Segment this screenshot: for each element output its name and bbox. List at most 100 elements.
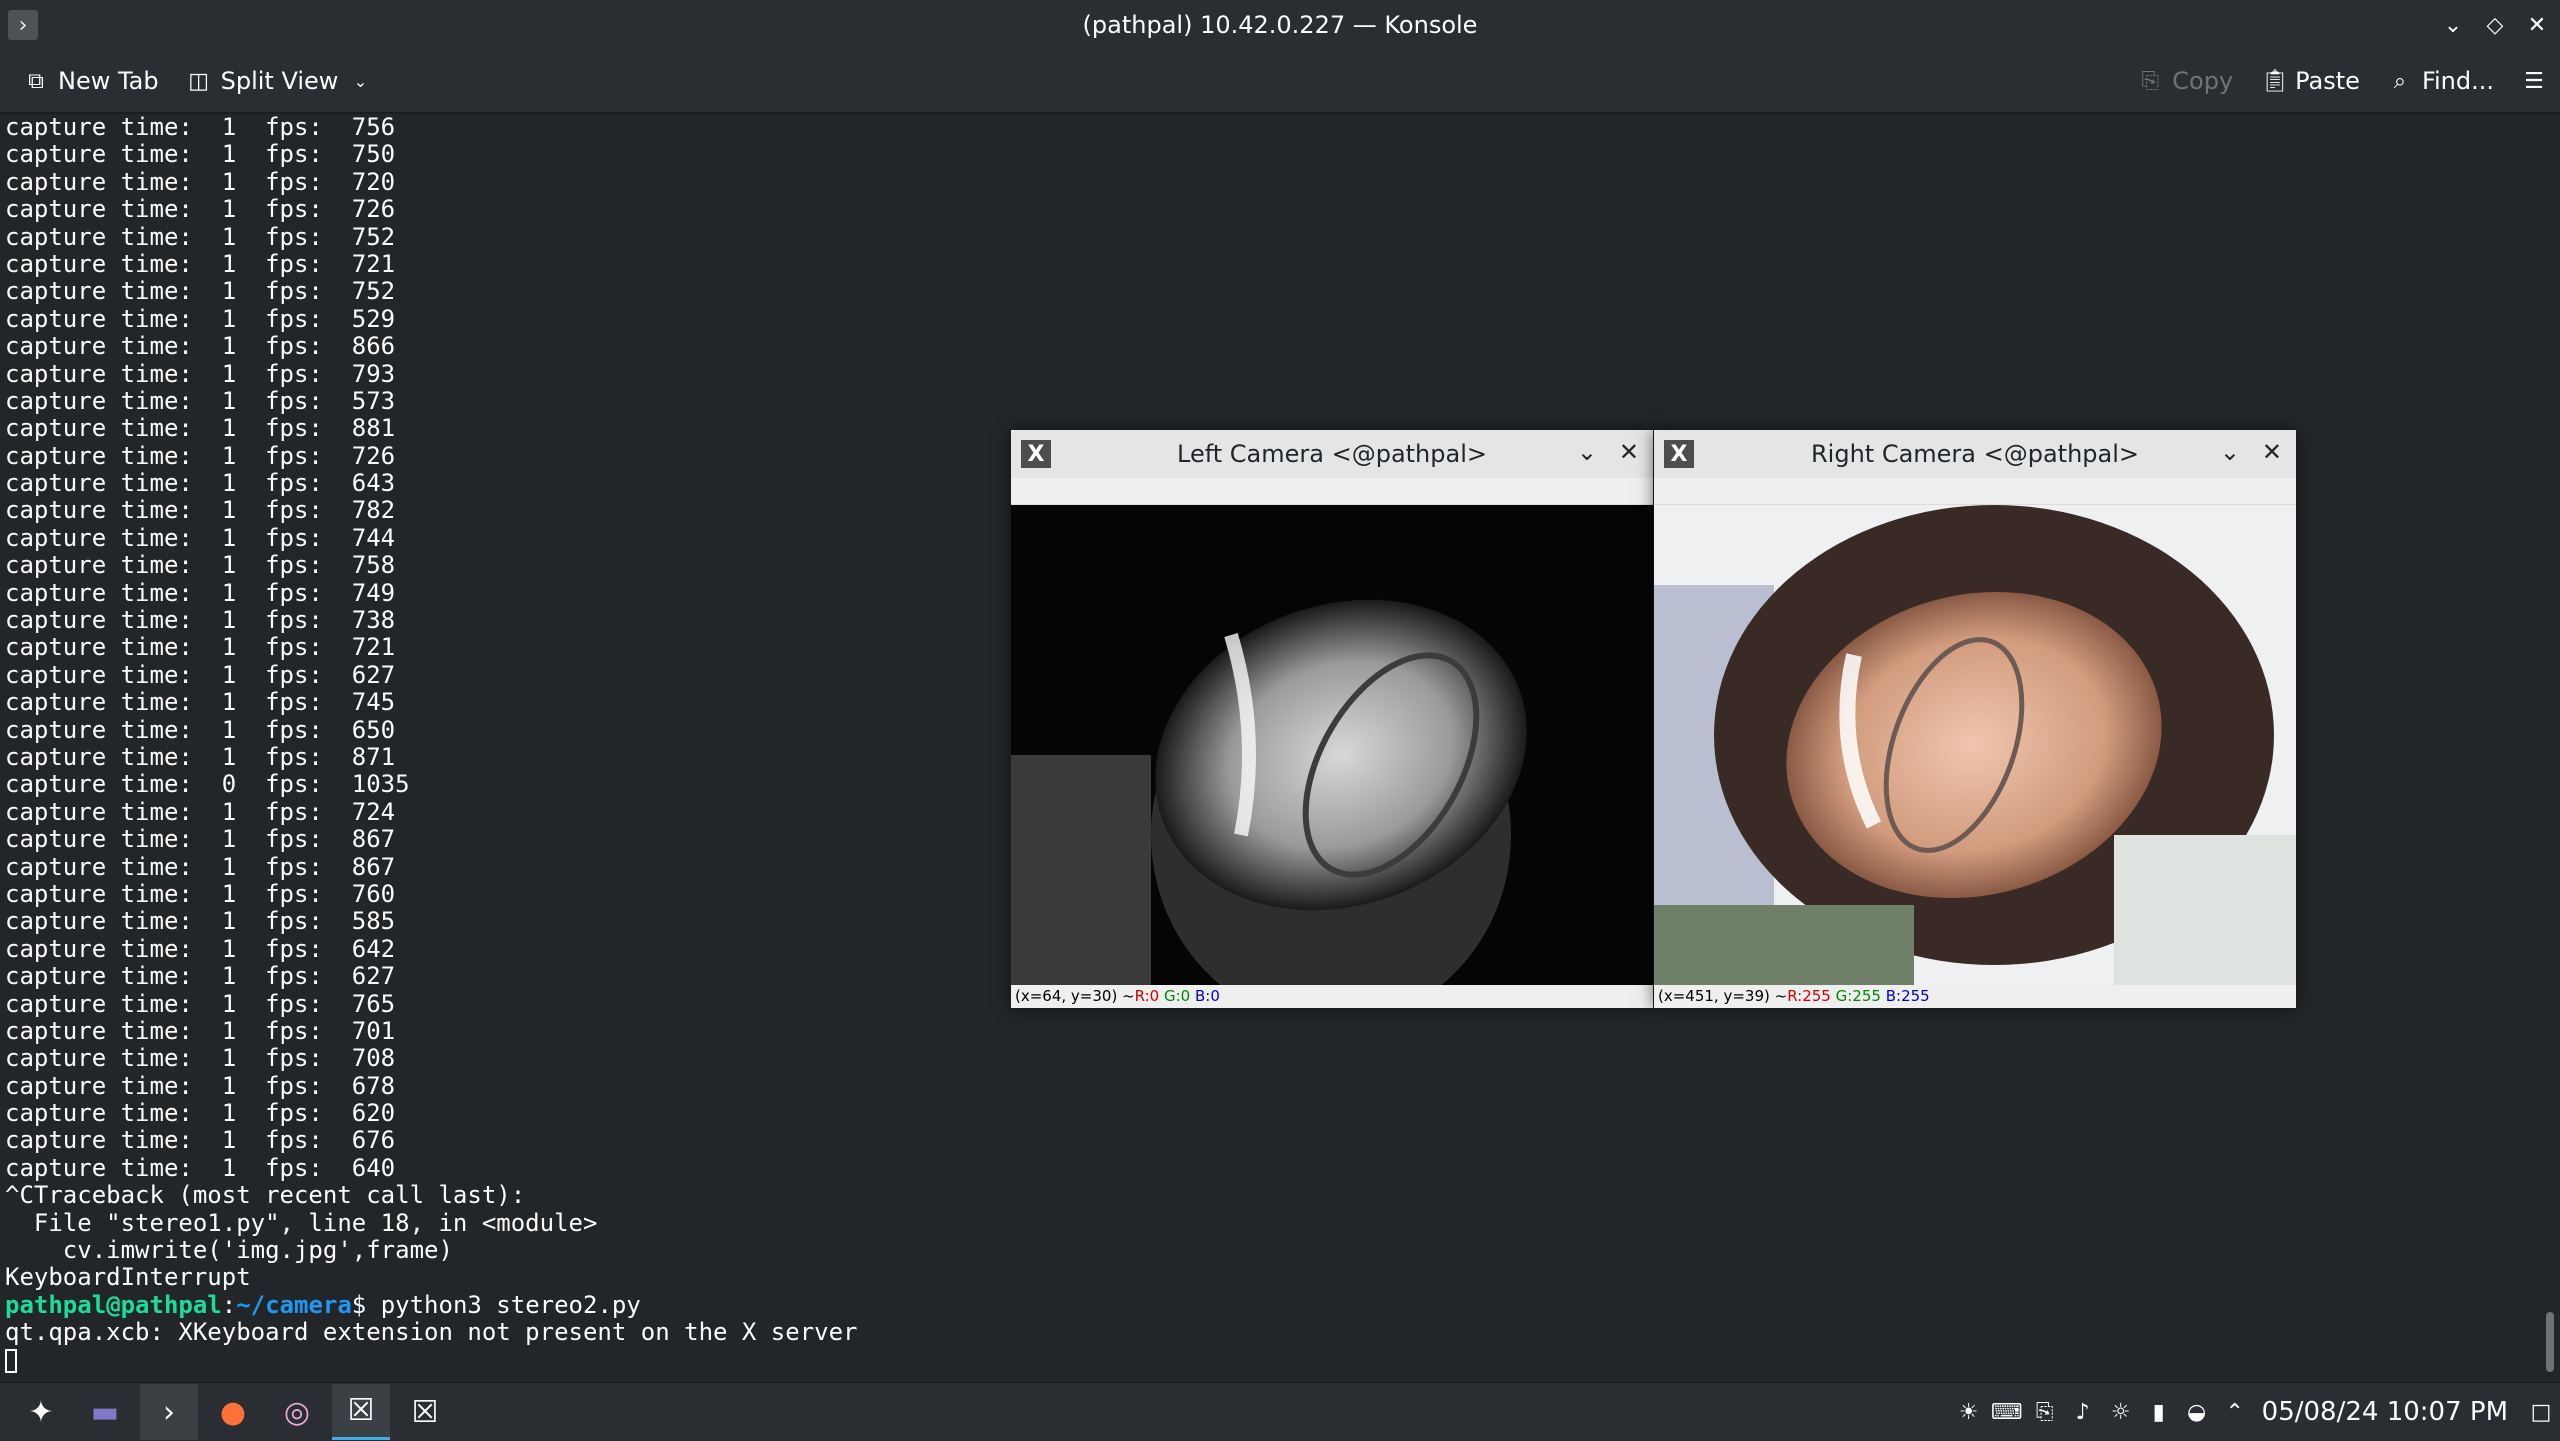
prompt-separator: : [221,1290,237,1319]
split-view-label: Split View [220,67,339,95]
minimize-icon[interactable]: ⌄ [1577,438,1597,466]
terminal-line: capture time: 1 fps: 573 [5,386,396,415]
left-pixel-blue: B:0 [1195,987,1220,1005]
new-tab-icon: ⧉ [28,68,44,94]
maximize-icon[interactable]: ◇ [2480,10,2510,40]
notifications-icon[interactable]: ☀ [1950,1400,1988,1425]
keyboard-icon[interactable]: ⌨ [1988,1400,2026,1425]
right-camera-task-icon[interactable]: ☒ [396,1384,454,1440]
prompt-directory: ~/camera [236,1290,352,1319]
search-icon: ⌕ [2393,68,2407,94]
messaging-app-icon[interactable]: ◎ [268,1384,326,1440]
prompt-line: pathpal@pathpal:~/camera$ python3 stereo… [5,1290,2541,1319]
right-camera-feed[interactable] [1654,505,2296,985]
firefox-icon[interactable]: ● [204,1384,262,1440]
copy-button[interactable]: ⎘ Copy [2124,59,2247,103]
typed-command: python3 stereo2.py [380,1290,641,1319]
terminal-line: cv.imwrite('img.jpg',frame) [5,1236,453,1265]
terminal-line: capture time: 1 fps: 726 [5,195,396,224]
find-button[interactable]: ⌕ Find... [2374,59,2508,103]
left-camera-window[interactable]: X Left Camera <@pathpal> ⌄ ✕ (x=64, y=30… [1011,430,1653,1008]
left-camera-status: (x=64, y=30) ~ R:0 G:0 B:0 [1011,985,1653,1007]
x11-app-icon: X [1021,440,1051,468]
system-tray: ☀ ⌨ ⎘ ♪ ☼ ▮ ◒ ⌃ 05/08/24 10:07 PM □ [1950,1383,2560,1441]
left-pixel-red: R:0 [1134,987,1160,1005]
terminal-line: capture time: 1 fps: 793 [5,359,396,388]
left-camera-task-icon[interactable]: ☒ [332,1384,390,1440]
volume-icon[interactable]: ♪ [2064,1400,2102,1425]
terminal-line: capture time: 1 fps: 701 [5,1016,396,1045]
app-launcher-icon[interactable]: ✦ [12,1384,70,1440]
copy-icon: ⎘ [2141,68,2160,94]
terminal-line: capture time: 1 fps: 756 [5,113,396,141]
scrollbar-thumb[interactable] [2546,1312,2554,1372]
right-camera-status: (x=451, y=39) ~ R:255 G:255 B:255 [1654,985,2296,1007]
terminal-line: capture time: 1 fps: 752 [5,277,396,306]
new-tab-button[interactable]: ⧉ New Tab [10,59,173,103]
tray-expand-icon[interactable]: ⌃ [2216,1400,2254,1425]
terminal-line: capture time: 1 fps: 752 [5,222,396,251]
terminal-line: capture time: 1 fps: 750 [5,140,396,169]
konsole-toolbar: ⧉ New Tab ◫ Split View ⌄ ⎘ Copy 📋︎ Paste… [0,50,2560,114]
show-desktop-icon[interactable]: □ [2522,1400,2560,1425]
minimize-icon[interactable]: ⌄ [2438,10,2468,40]
split-view-button[interactable]: ◫ Split View ⌄ [173,59,387,103]
find-label: Find... [2421,67,2494,95]
terminal-line: capture time: 1 fps: 620 [5,1099,396,1128]
right-camera-titlebar: X Right Camera <@pathpal> ⌄ ✕ [1654,430,2296,478]
right-camera-title: Right Camera <@pathpal> [1810,440,2140,468]
right-pixel-coords: (x=451, y=39) ~ [1658,987,1788,1005]
minimize-icon[interactable]: ⌄ [2220,438,2240,466]
close-icon[interactable]: ✕ [2262,438,2282,466]
text-cursor [5,1348,17,1373]
close-icon[interactable]: ✕ [1619,438,1639,466]
clock[interactable]: 05/08/24 10:07 PM [2262,1397,2508,1427]
left-pixel-green: G:0 [1164,987,1191,1005]
split-view-icon: ◫ [188,68,209,94]
terminal-line: capture time: 1 fps: 678 [5,1071,396,1100]
x11-app-icon: X [1664,440,1694,468]
right-pixel-red: R:255 [1787,987,1831,1005]
terminal-line: capture time: 1 fps: 866 [5,332,396,361]
taskbar: ✦ ▬ › ● ◎ ☒ ☒ ☀ ⌨ ⎘ ♪ ☼ ▮ ◒ ⌃ 05/08/24 1… [0,1382,2560,1441]
terminal-line: capture time: 1 fps: 708 [5,1044,396,1073]
terminal-line: ^CTraceback (most recent call last): [5,1181,526,1210]
terminal-scrollbar[interactable] [2536,114,2560,1382]
konsole-app-icon[interactable]: › [8,10,38,40]
right-camera-image [1654,505,2296,985]
window-titlebar: › (pathpal) 10.42.0.227 — Konsole ⌄ ◇ ✕ [0,0,2560,50]
new-tab-label: New Tab [58,67,159,95]
chevron-down-icon: ⌄ [353,71,368,91]
brightness-icon[interactable]: ☼ [2102,1400,2140,1425]
left-camera-titlebar: X Left Camera <@pathpal> ⌄ ✕ [1011,430,1653,478]
command-output-line: qt.qpa.xcb: XKeyboard extension not pres… [5,1318,858,1347]
terminal-line: capture time: 1 fps: 529 [5,304,396,333]
close-icon[interactable]: ✕ [2522,10,2552,40]
terminal-line: capture time: 1 fps: 721 [5,249,396,278]
file-manager-icon[interactable]: ▬ [76,1384,134,1440]
terminal-line: capture time: 1 fps: 676 [5,1126,396,1155]
terminal-line: capture time: 1 fps: 720 [5,167,396,196]
copy-label: Copy [2172,67,2234,95]
left-camera-toolstrip [1011,478,1653,505]
terminal-line: File "stereo1.py", line 18, in <module> [5,1208,598,1237]
clipboard-icon[interactable]: ⎘ [2026,1400,2064,1425]
cursor-line [5,1347,2541,1374]
paste-button[interactable]: 📋︎ Paste [2247,59,2374,103]
battery-icon[interactable]: ▮ [2140,1400,2178,1425]
terminal-line: capture time: 1 fps: 640 [5,1153,396,1182]
right-pixel-green: G:255 [1835,987,1881,1005]
left-camera-feed[interactable] [1011,505,1653,985]
right-camera-toolstrip [1654,478,2296,505]
left-camera-title: Left Camera <@pathpal> [1177,440,1487,468]
prompt-end: $ [351,1290,381,1319]
prompt-user: pathpal@pathpal [5,1290,222,1319]
right-camera-window[interactable]: X Right Camera <@pathpal> ⌄ ✕ (x=451, y=… [1654,430,2296,1008]
wifi-icon[interactable]: ◒ [2178,1400,2216,1425]
right-pixel-blue: B:255 [1885,987,1930,1005]
left-camera-image [1011,505,1653,985]
left-pixel-coords: (x=64, y=30) ~ [1015,987,1135,1005]
hamburger-menu-button[interactable]: ☰ [2508,59,2560,103]
menu-icon: ☰ [2524,68,2544,94]
konsole-task-icon[interactable]: › [140,1384,198,1440]
